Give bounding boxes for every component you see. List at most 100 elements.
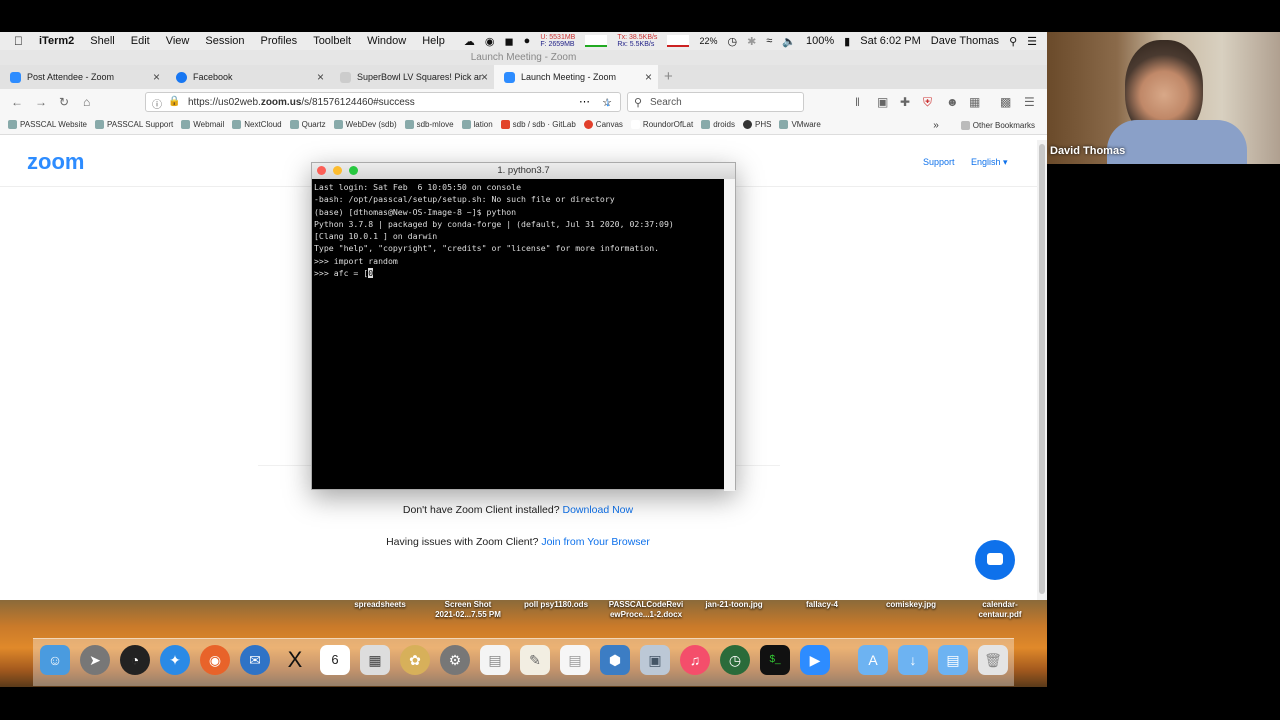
- terminal-scrollbar[interactable]: [724, 179, 735, 491]
- menubar-extra-icon-2[interactable]: ◉: [485, 35, 495, 48]
- menu-toolbelt[interactable]: Toolbelt: [313, 35, 351, 47]
- close-tab-icon[interactable]: ×: [153, 70, 160, 84]
- bookmark-gitlab[interactable]: sdb / sdb · GitLab: [500, 120, 576, 129]
- zoom-icon[interactable]: ▶: [800, 645, 830, 675]
- tab-post-attendee[interactable]: Post Attendee - Zoom ×: [0, 65, 166, 89]
- minimize-window-icon[interactable]: [333, 166, 342, 175]
- menu-icon[interactable]: ☰: [1024, 95, 1035, 109]
- textedit-icon[interactable]: ✎: [520, 645, 550, 675]
- paintbrush-icon[interactable]: ✿: [400, 645, 430, 675]
- user-name[interactable]: Dave Thomas: [931, 35, 999, 47]
- download-now-link[interactable]: Download Now: [562, 504, 633, 516]
- bookmark-canvas[interactable]: Canvas: [583, 120, 623, 129]
- trash-icon[interactable]: 🗑: [978, 645, 1008, 675]
- terminal-output[interactable]: Last login: Sat Feb 6 10:05:50 on consol…: [314, 181, 725, 487]
- downloads-folder-icon[interactable]: ↓: [898, 645, 928, 675]
- url-bar[interactable]: ⓘ 🔒 https://us02web.zoom.us/s/8157612446…: [145, 92, 621, 112]
- reload-icon[interactable]: ↻: [59, 95, 69, 109]
- calculator-icon[interactable]: ▦: [360, 645, 390, 675]
- support-link[interactable]: Support: [923, 157, 955, 167]
- thunderbird-icon[interactable]: ✉: [240, 645, 270, 675]
- desktop-file[interactable]: calendar- centaur.pdf: [960, 600, 1040, 620]
- close-window-icon[interactable]: [317, 166, 326, 175]
- music-icon[interactable]: ♫: [680, 645, 710, 675]
- new-tab-icon[interactable]: +: [664, 68, 673, 85]
- menu-shell[interactable]: Shell: [90, 35, 114, 47]
- tab-facebook[interactable]: Facebook ×: [166, 65, 330, 89]
- firefox-icon[interactable]: ◉: [200, 645, 230, 675]
- desktop-file[interactable]: Screen Shot 2021-02...7.55 PM: [422, 600, 514, 620]
- library-icon[interactable]: ‖: [855, 95, 860, 109]
- other-bookmarks[interactable]: Other Bookmarks: [960, 120, 1035, 130]
- cpu-percent[interactable]: 22%: [699, 36, 717, 46]
- apple-menu-icon[interactable]: : [14, 34, 23, 48]
- pages-icon[interactable]: ▤: [560, 645, 590, 675]
- menu-app-name[interactable]: iTerm2: [39, 35, 74, 47]
- sync-icon[interactable]: ✚: [900, 95, 910, 109]
- menubar-extra-icon-4[interactable]: ●: [524, 35, 531, 47]
- battery-icon[interactable]: ▮: [844, 35, 850, 48]
- terminal-icon[interactable]: $_: [760, 645, 790, 675]
- finder-icon[interactable]: ☺: [40, 645, 70, 675]
- scrollbar[interactable]: [1037, 140, 1047, 600]
- back-icon[interactable]: ←: [11, 95, 23, 109]
- desktop-file[interactable]: fallacy-4: [786, 600, 858, 610]
- url-text[interactable]: https://us02web.zoom.us/s/81576124460#su…: [188, 97, 415, 108]
- bookmark-sdb-mlove[interactable]: sdb-mlove: [404, 120, 454, 129]
- menubar-extra-icon[interactable]: ☁: [464, 35, 475, 48]
- volume-icon[interactable]: 🔈: [782, 35, 796, 48]
- battery-percent[interactable]: 100%: [806, 35, 834, 47]
- launchpad-icon[interactable]: ➤: [80, 645, 110, 675]
- chevron-right-icon[interactable]: »: [933, 120, 939, 131]
- documents-folder-icon[interactable]: ▤: [938, 645, 968, 675]
- page-actions-icon[interactable]: ⋯: [579, 95, 590, 108]
- bookmark-droids[interactable]: droids: [701, 120, 735, 129]
- forward-icon[interactable]: →: [35, 95, 47, 109]
- bookmark-passcal-support[interactable]: PASSCAL Support: [95, 120, 173, 129]
- desktop-file[interactable]: spreadsheets: [340, 600, 420, 610]
- menu-view[interactable]: View: [166, 35, 190, 47]
- dashboard-icon[interactable]: ◔: [120, 645, 150, 675]
- desktop-file[interactable]: jan-21-toon.jpg: [693, 600, 775, 610]
- notification-center-icon[interactable]: ☰: [1027, 35, 1037, 48]
- zoom-window-icon[interactable]: [349, 166, 358, 175]
- calendar-icon[interactable]: 6: [320, 645, 350, 675]
- document-icon[interactable]: ▤: [480, 645, 510, 675]
- desktop-file[interactable]: PASSCALCodeRevi ewProce...1-2.docx: [600, 600, 692, 620]
- bookmark-roundoroflat[interactable]: RoundorOfLat: [630, 120, 693, 129]
- preview-icon[interactable]: ▣: [640, 645, 670, 675]
- time-machine-icon[interactable]: ◷: [720, 645, 750, 675]
- applications-folder-icon[interactable]: A: [858, 645, 888, 675]
- lock-icon[interactable]: 🔒: [168, 96, 180, 107]
- spotlight-icon[interactable]: ⚲: [1009, 35, 1017, 48]
- history-icon[interactable]: ◷: [727, 35, 737, 48]
- bookmark-phs[interactable]: PHS: [742, 120, 771, 129]
- wifi-icon[interactable]: ≈: [766, 35, 772, 47]
- zoom-logo[interactable]: zoom: [27, 149, 84, 175]
- menu-session[interactable]: Session: [205, 35, 244, 47]
- bluetooth-icon[interactable]: ✱: [747, 35, 756, 48]
- bookmark-passcal-website[interactable]: PASSCAL Website: [8, 120, 87, 129]
- clock[interactable]: Sat 6:02 PM: [860, 35, 921, 47]
- terminal-input[interactable]: >>> afc = [: [314, 268, 368, 278]
- join-from-browser-link[interactable]: Join from Your Browser: [541, 536, 650, 548]
- chat-button[interactable]: [975, 540, 1015, 580]
- desktop-file[interactable]: comiskey.jpg: [868, 600, 954, 610]
- menu-profiles[interactable]: Profiles: [261, 35, 298, 47]
- menu-edit[interactable]: Edit: [131, 35, 150, 47]
- bookmark-nextcloud[interactable]: NextCloud: [232, 120, 282, 129]
- terminal-input-line[interactable]: >>> afc = [0: [314, 267, 725, 279]
- safari-icon[interactable]: ✦: [160, 645, 190, 675]
- network-meter[interactable]: Tx: 38.5KB/s Rx: 5.5KB/s: [617, 34, 657, 48]
- tab-superbowl[interactable]: SuperBowl LV Squares! Pick ar ×: [330, 65, 494, 89]
- bookmark-quartz[interactable]: Quartz: [289, 120, 326, 129]
- bookmark-webdev[interactable]: WebDev (sdb): [333, 120, 397, 129]
- menubar-extra-icon-3[interactable]: ◼: [505, 35, 514, 48]
- close-tab-icon[interactable]: ×: [481, 70, 488, 84]
- language-selector[interactable]: English ▾: [971, 157, 1008, 168]
- extensions-icon[interactable]: ▩: [1000, 95, 1011, 109]
- search-input[interactable]: ⚲ Search: [627, 92, 804, 112]
- terminal-titlebar[interactable]: 1. python3.7: [312, 163, 735, 179]
- extension-icon[interactable]: ▦: [969, 95, 980, 109]
- sidebar-icon[interactable]: ▣: [877, 95, 888, 109]
